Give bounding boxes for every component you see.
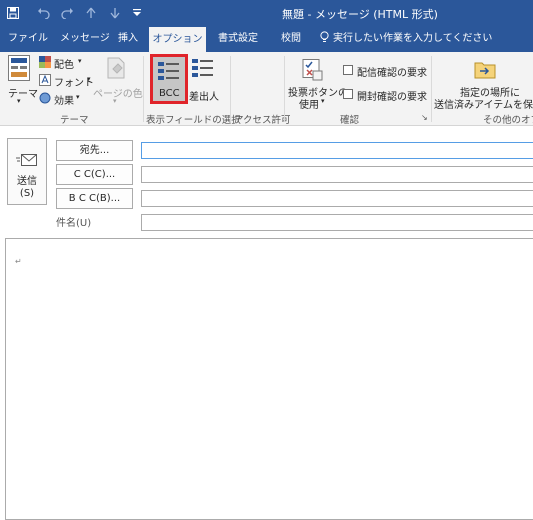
- from-button[interactable]: 差出人: [189, 55, 223, 103]
- permission-group-label: アクセス許可: [234, 115, 291, 126]
- read-receipt-check-box[interactable]: [343, 89, 353, 99]
- tell-me-label: 実行したい作業を入力してください: [333, 33, 493, 44]
- send-label: 送信: [17, 176, 37, 187]
- message-body[interactable]: ↵: [5, 238, 533, 520]
- chevron-down-icon: ▾: [78, 57, 82, 65]
- theme-label: テーマ: [8, 89, 38, 100]
- bcc-button[interactable]: BCC: [150, 54, 188, 104]
- tell-me-search[interactable]: 実行したい作業を入力してください: [320, 26, 492, 52]
- group-separator: [431, 56, 432, 122]
- page-color-button: ページの色 ▾: [93, 55, 143, 107]
- effects-icon: [39, 92, 51, 104]
- send-envelope-icon: [16, 154, 37, 166]
- theme-button[interactable]: テーマ ▾: [4, 55, 38, 107]
- save-sent-item-button[interactable]: 指定の場所に 送信済みアイテムを保存: [434, 55, 533, 111]
- theme-group-label: テーマ: [60, 115, 89, 126]
- color-palette-icon: [39, 56, 51, 68]
- to-field[interactable]: [141, 142, 533, 159]
- paragraph-mark: ↵: [15, 257, 22, 266]
- save-sent-label-line2: 送信済みアイテムを保存: [434, 100, 533, 111]
- effects-button[interactable]: 効果 ▾: [39, 92, 91, 107]
- delivery-receipt-check-box[interactable]: [343, 65, 353, 75]
- tracking-dialog-launcher-icon[interactable]: ↘: [421, 113, 428, 122]
- cc-button[interactable]: C C(C)...: [56, 164, 133, 185]
- voting-label-line2: 使用: [299, 100, 319, 111]
- group-separator: [143, 56, 144, 122]
- page-color-label: ページの色: [93, 89, 143, 100]
- from-label: 差出人: [189, 92, 219, 103]
- subject-field[interactable]: [141, 214, 533, 231]
- read-receipt-checkbox[interactable]: 開封確認の要求: [343, 88, 427, 103]
- title-bar: 無題 - メッセージ (HTML 形式): [0, 0, 533, 26]
- delivery-receipt-label: 配信確認の要求: [357, 68, 427, 79]
- delivery-receipt-checkbox[interactable]: 配信確認の要求: [343, 64, 427, 79]
- up-arrow-icon[interactable]: [82, 0, 100, 26]
- colors-label: 配色: [54, 60, 74, 71]
- window-title: 無題 - メッセージ (HTML 形式): [282, 8, 438, 21]
- send-shortcut: (S): [19, 188, 35, 199]
- down-arrow-icon[interactable]: [106, 0, 124, 26]
- theme-dropdown-arrow-icon: ▾: [17, 97, 21, 105]
- fonts-icon: [39, 74, 51, 86]
- bcc-label: BCC: [159, 88, 180, 99]
- tab-message[interactable]: メッセージ: [60, 26, 110, 52]
- show-fields-group-label: 表示フィールドの選択: [146, 115, 241, 126]
- customize-qat-icon[interactable]: [130, 0, 144, 26]
- fonts-button[interactable]: フォント ▾: [39, 74, 95, 89]
- compose-area: 送信 (S) 宛先... C C(C)... B C C(B)... 件名(U)…: [0, 126, 533, 520]
- bcc-icon: [158, 62, 179, 80]
- cc-field[interactable]: [141, 166, 533, 183]
- bcc-field[interactable]: [141, 190, 533, 207]
- group-separator: [230, 56, 231, 122]
- save-icon[interactable]: [4, 0, 22, 26]
- chevron-down-icon: ▾: [76, 93, 80, 101]
- to-button[interactable]: 宛先...: [56, 140, 133, 161]
- chevron-down-icon: ▾: [87, 75, 91, 83]
- tab-format[interactable]: 書式設定: [218, 26, 258, 52]
- ribbon-tab-bar: ファイル メッセージ 挿入 オプション 書式設定 校閲 実行したい作業を入力して…: [0, 26, 533, 52]
- page-color-icon: [107, 57, 125, 79]
- send-label-group: 送信 (S): [8, 176, 46, 200]
- chevron-down-icon: ▾: [321, 97, 325, 105]
- read-receipt-label: 開封確認の要求: [357, 92, 427, 103]
- undo-icon[interactable]: [34, 0, 52, 26]
- lightbulb-icon: [320, 31, 329, 42]
- theme-icon: [8, 55, 30, 81]
- subject-label: 件名(U): [56, 218, 92, 229]
- tracking-group-label: 確認: [340, 115, 360, 126]
- more-options-group-label: その他のオプ: [483, 115, 533, 126]
- tab-file[interactable]: ファイル: [8, 26, 48, 52]
- effects-label: 効果: [54, 96, 74, 107]
- from-field-icon: [192, 59, 213, 77]
- voting-buttons-button[interactable]: 投票ボタンの 使用 ▾: [287, 55, 348, 111]
- save-sent-item-icon: [474, 62, 496, 79]
- tab-options[interactable]: オプション: [149, 27, 206, 52]
- group-separator: [284, 56, 285, 122]
- send-button[interactable]: 送信 (S): [7, 138, 47, 205]
- colors-button[interactable]: 配色 ▾: [39, 56, 91, 71]
- tab-review[interactable]: 校閲: [281, 26, 301, 52]
- ribbon: テーマ ▾ 配色 ▾ フォント ▾ 効果 ▾ ページの色 ▾ テーマ BCC 差…: [0, 52, 533, 126]
- chevron-down-icon: ▾: [113, 97, 117, 105]
- tab-insert[interactable]: 挿入: [118, 26, 138, 52]
- bcc-address-button[interactable]: B C C(B)...: [56, 188, 133, 209]
- voting-buttons-icon: [302, 59, 323, 81]
- redo-icon[interactable]: [58, 0, 76, 26]
